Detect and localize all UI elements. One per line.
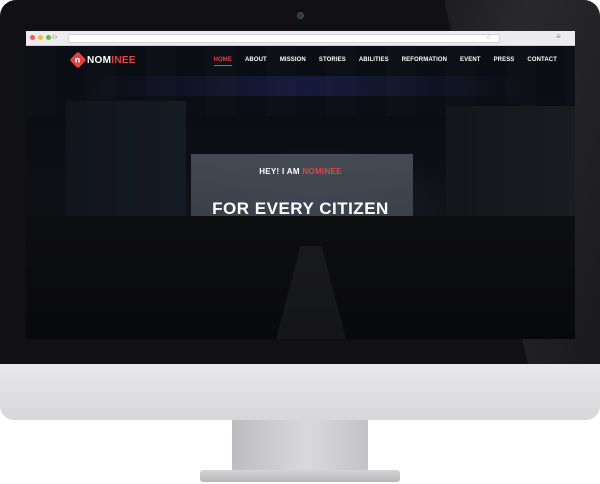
nav-item-home[interactable]: HOME xyxy=(213,57,232,66)
logo-mark-icon: n xyxy=(69,51,87,69)
nav-item-press[interactable]: PRESS xyxy=(494,57,515,66)
browser-nav: ‹› xyxy=(52,32,57,41)
hero-subtitle-accent: NOMINEE xyxy=(302,167,342,176)
monitor-screen: ‹› ☆ ≡ n NOMINEE HOME ABOUT MISSION STOR xyxy=(26,31,575,339)
monitor-chin xyxy=(0,364,600,420)
nav-item-abilities[interactable]: ABILITIES xyxy=(359,57,389,66)
monitor-stand xyxy=(232,420,368,472)
window-maximize-icon[interactable] xyxy=(46,35,51,40)
nav-item-about[interactable]: ABOUT xyxy=(245,57,267,66)
nav-item-mission[interactable]: MISSION xyxy=(280,57,306,66)
logo-text-red: INEE xyxy=(111,54,136,66)
logo-text-white: NOM xyxy=(87,54,112,66)
hero-subtitle: HEY! I AM NOMINEE xyxy=(26,167,575,176)
logo-wordmark: NOMINEE xyxy=(87,55,136,66)
hero-overlay xyxy=(26,46,575,339)
forward-icon[interactable]: › xyxy=(55,32,58,41)
window-close-icon[interactable] xyxy=(30,35,35,40)
monitor-stand-base xyxy=(200,470,400,482)
window-minimize-icon[interactable] xyxy=(38,35,43,40)
site-header: n NOMINEE HOME ABOUT MISSION STORIES ABI… xyxy=(26,46,575,78)
bookmark-star-icon[interactable]: ☆ xyxy=(486,34,491,41)
nav-item-stories[interactable]: STORIES xyxy=(319,57,346,66)
nav-item-reformation[interactable]: REFORMATION xyxy=(402,57,447,66)
hero-title: FOR EVERY CITIZEN xyxy=(212,199,389,218)
nav-item-contact[interactable]: CONTACT xyxy=(527,57,557,66)
browser-menu-icon[interactable]: ≡ xyxy=(556,32,561,41)
address-bar[interactable] xyxy=(68,34,500,43)
site-logo[interactable]: n NOMINEE xyxy=(69,51,136,69)
hero-subtitle-prefix: HEY! I AM xyxy=(259,167,303,176)
main-menu: HOME ABOUT MISSION STORIES ABILITIES REF… xyxy=(213,57,557,66)
window-controls xyxy=(30,35,51,40)
nav-item-event[interactable]: EVENT xyxy=(460,57,481,66)
browser-toolbar: ‹› ☆ ≡ xyxy=(26,31,575,46)
camera-icon xyxy=(297,12,304,19)
logo-mark-letter: n xyxy=(75,55,81,65)
hero-background xyxy=(26,46,575,339)
